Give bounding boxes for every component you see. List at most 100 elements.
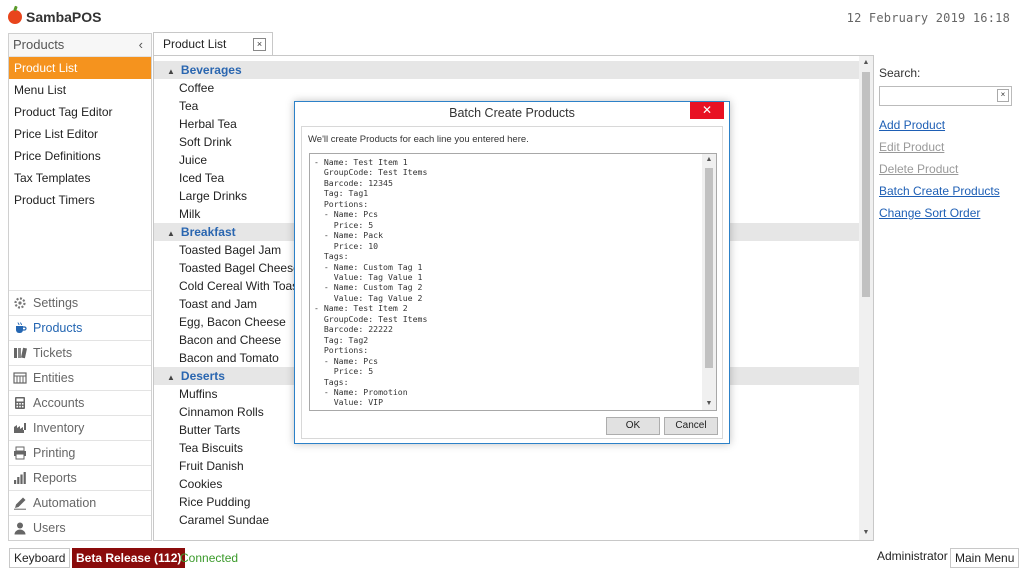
scroll-up-icon[interactable]: ▲ [702,154,716,166]
module-list: Settings Products Tickets Entities Accou… [9,290,151,540]
date-time: 12 February 2019 16:18 [846,11,1010,25]
batch-create-products-link[interactable]: Batch Create Products [879,184,1014,198]
group-name: Deserts [180,369,225,383]
nav-item-product-tag-editor[interactable]: Product Tag Editor [9,101,151,123]
product-item[interactable]: Coffee [154,79,859,97]
product-item[interactable]: Fruit Danish [154,457,859,475]
collapse-triangle-icon: ▲ [167,67,175,76]
text-line: Barcode: 12345 [314,177,393,188]
module-label: Reports [33,471,77,485]
module-reports[interactable]: Reports [9,465,151,490]
module-accounts[interactable]: Accounts [9,390,151,415]
module-label: Inventory [33,421,85,435]
product-item[interactable]: Rice Pudding [154,493,859,511]
app-name: SambaPOS [26,9,102,25]
module-products[interactable]: Products [9,315,151,340]
module-automation[interactable]: Automation [9,490,151,515]
module-settings[interactable]: Settings [9,290,151,315]
dialog-close-button[interactable]: ✕ [690,102,724,119]
delete-product-link[interactable]: Delete Product [879,162,1014,176]
calculator-icon [15,397,25,409]
scroll-down-icon[interactable]: ▼ [859,526,873,540]
module-label: Automation [33,496,97,510]
nav-item-tax-templates[interactable]: Tax Templates [9,167,151,189]
collapse-icon[interactable]: ‹ [139,34,143,56]
module-label: Products [33,321,83,335]
tickets-icon [14,347,27,359]
text-line: - Name: Custom Tag 2 [314,282,423,293]
main-menu-button[interactable]: Main Menu [950,548,1020,568]
group-name: Beverages [180,63,242,77]
group-header-beverages[interactable]: ▲ Beverages [154,61,859,79]
close-icon[interactable]: × [253,38,266,51]
scrollbar-thumb[interactable] [705,168,713,368]
app-header: SambaPOS 12 February 2019 16:18 [0,0,1024,32]
search-input[interactable] [879,86,1012,106]
cup-icon [16,322,27,333]
batch-create-dialog: Batch Create Products ✕ We'll create Pro… [294,101,730,444]
nav-item-menu-list[interactable]: Menu List [9,79,151,101]
release-badge: Beta Release (112) [72,548,186,568]
current-user: Administrator [877,549,948,563]
nav-item-product-timers[interactable]: Product Timers [9,189,151,211]
text-line: - Name: Pcs [314,209,379,220]
module-label: Settings [33,296,79,310]
module-printing[interactable]: Printing [9,440,151,465]
user-icon [14,522,26,535]
text-line: Tag: Tag1 [314,188,369,199]
product-list-scrollbar[interactable]: ▲ ▼ [859,56,873,540]
module-users[interactable]: Users [9,515,151,540]
nav-item-price-list-editor[interactable]: Price List Editor [9,123,151,145]
cancel-button[interactable]: Cancel [664,417,718,435]
add-product-link[interactable]: Add Product [879,118,1014,132]
module-label: Users [33,521,66,535]
pen-icon [14,497,26,510]
product-item[interactable]: Cookies [154,475,859,493]
module-entities[interactable]: Entities [9,365,151,390]
gear-icon [14,297,26,309]
module-label: Accounts [33,396,85,410]
change-sort-order-link[interactable]: Change Sort Order [879,206,1014,220]
search-label: Search: [879,66,921,80]
batch-text-input[interactable]: - Name: Test Item 1 GroupCode: Test Item… [309,153,717,411]
entities-icon [13,372,27,384]
clear-search-icon[interactable]: × [997,89,1009,102]
dialog-body: We'll create Products for each line you … [301,126,723,439]
collapse-triangle-icon: ▲ [167,373,175,382]
text-line: - Name: Test Item 2 [314,303,408,314]
nav-item-price-definitions[interactable]: Price Definitions [9,145,151,167]
connection-status: Connected [180,551,239,565]
edit-product-link[interactable]: Edit Product [879,140,1014,154]
product-item[interactable]: Caramel Sundae [154,511,859,529]
text-line: Value: Tag Value 2 [314,292,423,303]
module-tickets[interactable]: Tickets [9,340,151,365]
scroll-down-icon[interactable]: ▼ [702,398,716,410]
text-line: GroupCode: Test Items [314,167,428,178]
text-line: Tags: [314,251,349,262]
left-nav-panel: Products ‹ Product List Menu List Produc… [8,33,152,541]
keyboard-button[interactable]: Keyboard [9,548,71,568]
nav-item-product-list[interactable]: Product List [9,57,151,79]
text-line: - Name: Promotion [314,386,408,397]
yaml-text: - Name: Test Item 1 GroupCode: Test Item… [310,157,427,408]
text-line: Value: VIP [314,397,384,408]
app-logo: SambaPOS [8,8,101,26]
dialog-message: We'll create Products for each line you … [308,134,529,145]
group-name: Breakfast [180,225,236,239]
collapse-triangle-icon: ▲ [167,229,175,238]
text-line: - Name: Pcs [314,355,379,366]
text-line: Price: 5 [314,219,374,230]
text-line: - Name: Pack [314,230,384,241]
scroll-up-icon[interactable]: ▲ [859,56,873,70]
text-line: Portions: [314,198,369,209]
text-line: Value: Tag Value 1 [314,271,423,282]
scrollbar-thumb[interactable] [862,72,870,297]
module-inventory[interactable]: Inventory [9,415,151,440]
inventory-icon [14,423,26,433]
ok-button[interactable]: OK [606,417,660,435]
tab-product-list[interactable]: Product List × [153,32,273,55]
text-line: Tags: [314,376,349,387]
text-line: Tag: Tag2 [314,334,369,345]
text-scrollbar[interactable]: ▲ ▼ [702,154,716,410]
text-line: GroupCode: Test Items [314,313,428,324]
